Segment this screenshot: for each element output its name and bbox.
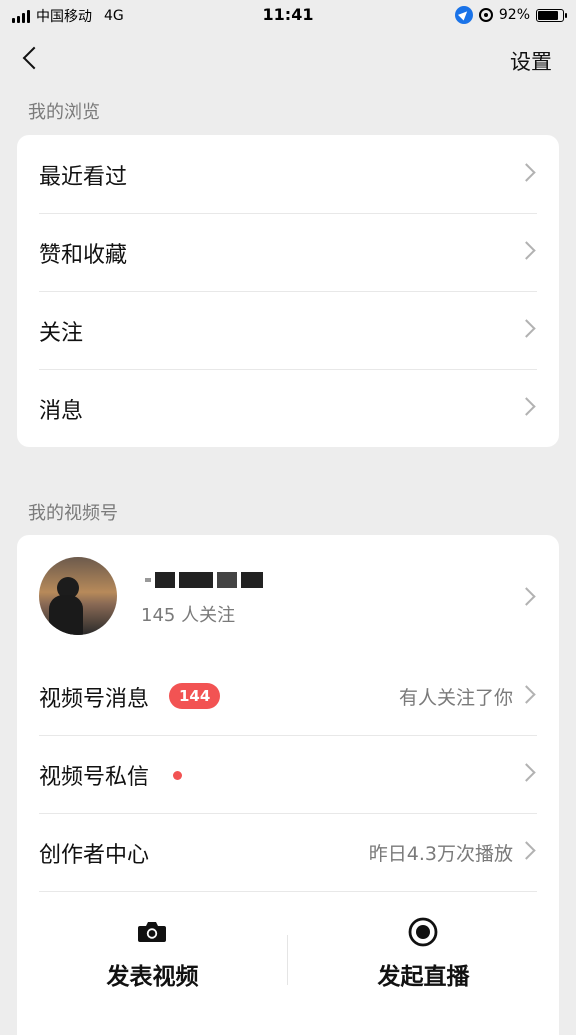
post-video-button[interactable]: 发表视频 bbox=[17, 891, 288, 1023]
unread-dot bbox=[173, 771, 182, 780]
row-label: 视频号消息 bbox=[39, 687, 150, 712]
battery-icon bbox=[536, 8, 567, 22]
browse-item-messages[interactable]: 消息 bbox=[17, 369, 559, 447]
settings-button[interactable]: 设置 bbox=[510, 46, 552, 76]
action-label: 发表视频 bbox=[106, 964, 199, 990]
browse-item-recently-viewed[interactable]: 最近看过 bbox=[17, 135, 559, 213]
chevron-right-icon bbox=[517, 763, 536, 782]
channel-profile-row[interactable]: 145 人关注 bbox=[17, 535, 559, 657]
start-live-button[interactable]: 发起直播 bbox=[288, 891, 559, 1023]
creator-center-row[interactable]: 创作者中心 昨日4.3万次播放 bbox=[17, 813, 559, 891]
chevron-right-icon bbox=[517, 685, 536, 704]
row-label: 创作者中心 bbox=[39, 843, 150, 868]
action-bar: 发表视频 发起直播 bbox=[17, 891, 559, 1023]
chevron-right-icon bbox=[517, 241, 536, 260]
chevron-right-icon bbox=[517, 841, 536, 860]
row-value: 有人关注了你 bbox=[398, 687, 513, 709]
rotation-lock-icon bbox=[478, 8, 493, 22]
browse-item-likes-favorites[interactable]: 赞和收藏 bbox=[17, 213, 559, 291]
chevron-right-icon bbox=[517, 397, 536, 416]
browse-section-title: 我的浏览 bbox=[28, 102, 100, 123]
browse-card: 最近看过 赞和收藏 关注 消息 bbox=[17, 135, 559, 447]
unread-badge: 144 bbox=[169, 683, 221, 709]
battery-percent: 92% bbox=[498, 7, 530, 23]
location-icon bbox=[454, 6, 473, 24]
chevron-right-icon bbox=[517, 587, 536, 606]
camera-icon bbox=[138, 922, 166, 942]
back-icon[interactable] bbox=[18, 44, 48, 74]
channels-section-title: 我的视频号 bbox=[28, 503, 118, 524]
action-label: 发起直播 bbox=[377, 964, 470, 990]
row-label: 最近看过 bbox=[39, 165, 128, 190]
row-value: 昨日4.3万次播放 bbox=[368, 843, 513, 865]
channels-card: 145 人关注 视频号消息 144 有人关注了你 视频号私信 创作者中心 昨日4… bbox=[17, 535, 559, 1035]
profile-name-redacted bbox=[145, 569, 263, 591]
row-label: 消息 bbox=[39, 399, 84, 424]
status-bar: 中国移动 4G 11:41 92% bbox=[0, 0, 576, 32]
row-label: 关注 bbox=[39, 321, 84, 346]
channel-private-messages-row[interactable]: 视频号私信 bbox=[17, 735, 559, 813]
browse-item-following[interactable]: 关注 bbox=[17, 291, 559, 369]
status-right: 92% bbox=[454, 6, 567, 24]
follower-count: 145 人关注 bbox=[141, 605, 236, 626]
chevron-right-icon bbox=[517, 163, 536, 182]
row-label: 赞和收藏 bbox=[39, 243, 128, 268]
channel-messages-row[interactable]: 视频号消息 144 有人关注了你 bbox=[17, 657, 559, 735]
row-label: 视频号私信 bbox=[39, 765, 150, 790]
avatar bbox=[39, 557, 117, 635]
nav-bar: 设置 bbox=[0, 32, 576, 88]
chevron-right-icon bbox=[517, 319, 536, 338]
live-record-icon bbox=[408, 917, 438, 947]
